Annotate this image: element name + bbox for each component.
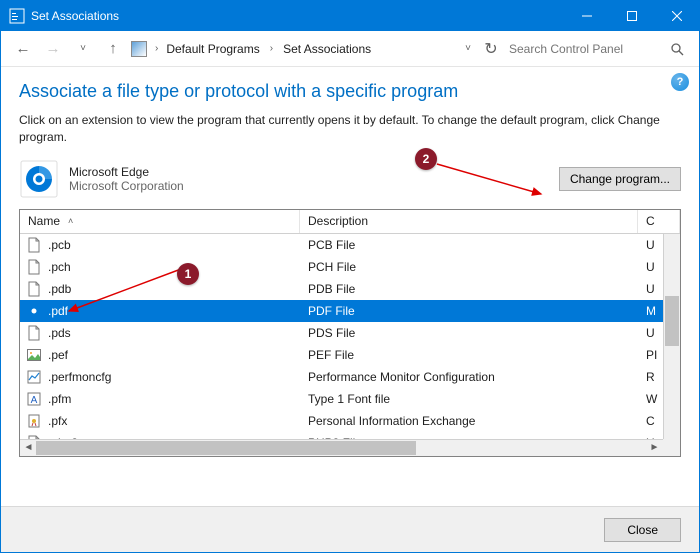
file-icon [26,259,42,275]
svg-text:A: A [31,395,38,406]
chevron-right-icon: › [155,43,158,54]
search-input[interactable] [509,42,659,56]
col-name-header[interactable]: Name˄ [20,210,300,233]
ext-label: .pdb [48,282,71,296]
navbar: ← → ˅ ↑ › Default Programs › Set Associa… [1,31,699,67]
minimize-button[interactable] [564,1,609,31]
ext-label: .pch [48,260,71,274]
table-row[interactable]: .pcbPCB FileU [20,234,680,256]
col-ca-header[interactable]: C [638,210,680,233]
file-icon [26,347,42,363]
page-heading: Associate a file type or protocol with a… [19,81,681,102]
current-program-publisher: Microsoft Corporation [69,179,184,193]
up-button[interactable]: ↑ [101,37,125,61]
annotation-badge-2: 2 [415,148,437,170]
address-dropdown[interactable]: ˅ [465,43,471,54]
breadcrumb-default-programs[interactable]: Default Programs [166,42,259,56]
ext-label: .pfx [48,414,67,428]
ext-label: .pds [48,326,71,340]
scrollbar-thumb[interactable] [36,441,416,455]
address-panel-icon [131,41,147,57]
desc-label: PDB File [300,282,638,296]
current-program-name: Microsoft Edge [69,165,184,179]
instructions-text: Click on an extension to view the progra… [19,112,681,147]
close-window-button[interactable] [654,1,699,31]
horizontal-scrollbar[interactable]: ◄ ► [20,439,663,456]
desc-label: PCH File [300,260,638,274]
close-button[interactable]: Close [604,518,681,542]
scroll-left-icon[interactable]: ◄ [20,440,37,456]
current-program-row: Microsoft Edge Microsoft Corporation Cha… [19,159,681,199]
window-title: Set Associations [31,9,564,23]
table-row[interactable]: .pdsPDS FileU [20,322,680,344]
ext-label: .perfmoncfg [48,370,111,384]
table-row[interactable]: .pefPEF FilePI [20,344,680,366]
ext-label: .pfm [48,392,71,406]
file-icon [26,281,42,297]
ext-label: .pdf [48,304,68,318]
desc-label: PDS File [300,326,638,340]
search-icon[interactable] [665,37,689,61]
back-button[interactable]: ← [11,37,35,61]
sort-asc-icon: ˄ [68,216,73,226]
annotation-badge-1: 1 [177,263,199,285]
associations-table: Name˄ Description C .pcbPCB FileU.pchPCH… [19,209,681,457]
scrollbar-thumb[interactable] [665,296,679,346]
chevron-right-icon: › [270,43,273,54]
desc-label: PDF File [300,304,638,318]
table-row[interactable]: .pfxPersonal Information ExchangeC [20,410,680,432]
ext-label: .pcb [48,238,71,252]
forward-button[interactable]: → [41,37,65,61]
file-icon [26,303,42,319]
cp-icon [9,8,25,24]
table-row[interactable]: .perfmoncfg Performance Monitor Configura… [20,366,680,388]
file-icon [26,369,42,385]
maximize-button[interactable] [609,1,654,31]
table-row[interactable]: .pdbPDB FileU [20,278,680,300]
table-row[interactable]: A.pfmType 1 Font fileW [20,388,680,410]
recent-dropdown[interactable]: ˅ [71,37,95,61]
breadcrumb-set-associations[interactable]: Set Associations [283,42,371,56]
col-desc-header[interactable]: Description [300,210,638,233]
refresh-button[interactable]: ↻ [479,37,503,61]
table-row[interactable]: .pchPCH FileU [20,256,680,278]
change-program-button[interactable]: Change program... [559,167,681,191]
titlebar: Set Associations [1,1,699,31]
file-icon [26,237,42,253]
file-icon [26,413,42,429]
desc-label: Type 1 Font file [300,392,638,406]
vertical-scrollbar[interactable] [663,234,680,439]
desc-label: PEF File [300,348,638,362]
scroll-right-icon[interactable]: ► [646,440,663,456]
help-icon[interactable]: ? [671,73,689,91]
footer: Close [1,506,699,552]
scroll-corner [663,439,680,456]
desc-label: Personal Information Exchange [300,414,638,428]
file-icon [26,325,42,341]
edge-icon [19,159,59,199]
desc-label: PCB File [300,238,638,252]
table-row[interactable]: .pdfPDF FileM [20,300,680,322]
file-icon: A [26,391,42,407]
ext-label: .pef [48,348,68,362]
desc-label: Performance Monitor Configuration [300,370,638,384]
